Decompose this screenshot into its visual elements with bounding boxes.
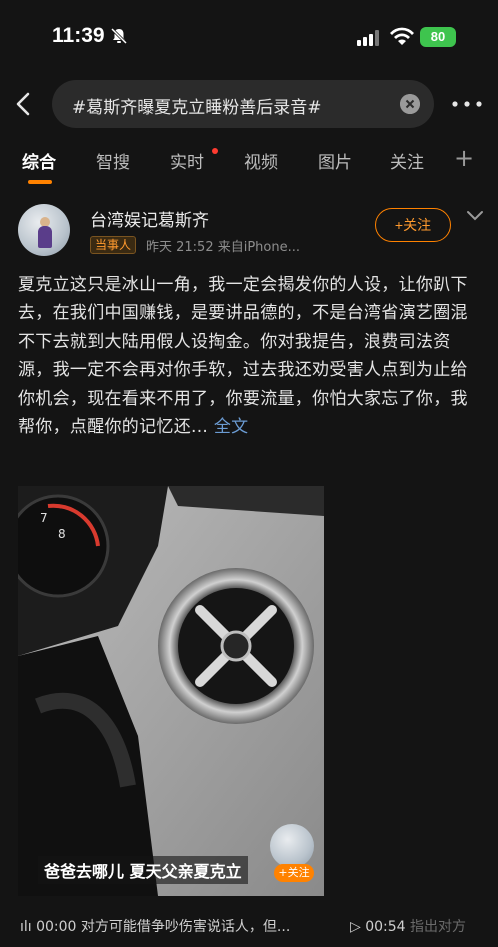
full-text-link[interactable]: 全文 [208, 417, 248, 437]
video-player[interactable]: 7 8 爸爸去哪儿 夏天父亲夏克立 +关注 [18, 486, 324, 896]
status-time: 11:39 [52, 24, 105, 47]
active-tab-indicator [28, 180, 52, 184]
audio-clip-1[interactable]: ılı 00:00 对方可能借争吵伤害说话人，但... [20, 916, 340, 936]
role-badge: 当事人 [90, 236, 137, 254]
search-input[interactable]: #葛斯齐曝夏克立睡粉善后录音# [52, 80, 434, 128]
post-text: 夏克立这只是冰山一角，我一定会揭发你的人设，让你趴下去，在我们中国赚钱，是要讲品… [18, 271, 484, 441]
avatar-figure [38, 226, 52, 248]
author-name[interactable]: 台湾娱记葛斯齐 [90, 206, 209, 231]
cellular-signal-icon [357, 30, 379, 46]
back-arrow-icon[interactable] [10, 88, 38, 120]
tab-following[interactable]: 关注 [390, 148, 424, 173]
search-tabs: 综合 智搜 实时 视频 图片 关注 + [0, 140, 498, 186]
audio-clip-2-time: ▷ 00:54 [350, 919, 406, 935]
post-meta: 昨天 21:52 来自iPhone... [146, 240, 301, 255]
bell-muted-icon [110, 27, 128, 45]
video-caption: 爸爸去哪儿 夏天父亲夏克立 [38, 856, 248, 884]
svg-text:7: 7 [40, 511, 48, 525]
search-query: #葛斯齐曝夏克立睡粉善后录音# [72, 98, 322, 118]
post-body-text: 夏克立这只是冰山一角，我一定会揭发你的人设，让你趴下去，在我们中国赚钱，是要讲品… [18, 275, 468, 438]
avatar[interactable] [18, 204, 70, 256]
chevron-down-icon[interactable] [466, 210, 484, 222]
audio-clip-2[interactable]: ▷ 00:54 指出对方 [350, 916, 498, 936]
tab-images[interactable]: 图片 [318, 148, 352, 173]
more-options-icon[interactable] [450, 92, 484, 116]
add-tab-icon[interactable]: + [454, 144, 474, 172]
video-follow-button[interactable]: +关注 [274, 864, 314, 882]
tab-realtime[interactable]: 实时 [170, 148, 204, 173]
clear-search-icon[interactable] [400, 94, 420, 114]
svg-text:8: 8 [58, 527, 66, 541]
wifi-icon [390, 27, 414, 45]
audio-transcript-bar: ılı 00:00 对方可能借争吵伤害说话人，但... ▷ 00:54 指出对方 [0, 906, 498, 947]
audio-clip-2-text: 指出对方 [405, 919, 467, 935]
search-row: #葛斯齐曝夏克立睡粉善后录音# [0, 78, 498, 130]
tab-smart-search[interactable]: 智搜 [96, 148, 130, 173]
status-bar: 11:39 80 [0, 0, 498, 70]
tab-comprehensive[interactable]: 综合 [22, 148, 56, 173]
follow-button[interactable]: +关注 [375, 208, 451, 242]
new-content-dot [212, 148, 218, 154]
video-author-avatar[interactable] [270, 824, 314, 868]
tab-video[interactable]: 视频 [244, 148, 278, 173]
post-header: 台湾娱记葛斯齐 当事人 昨天 21:52 来自iPhone... +关注 [0, 196, 498, 266]
battery-indicator: 80 [420, 27, 456, 47]
